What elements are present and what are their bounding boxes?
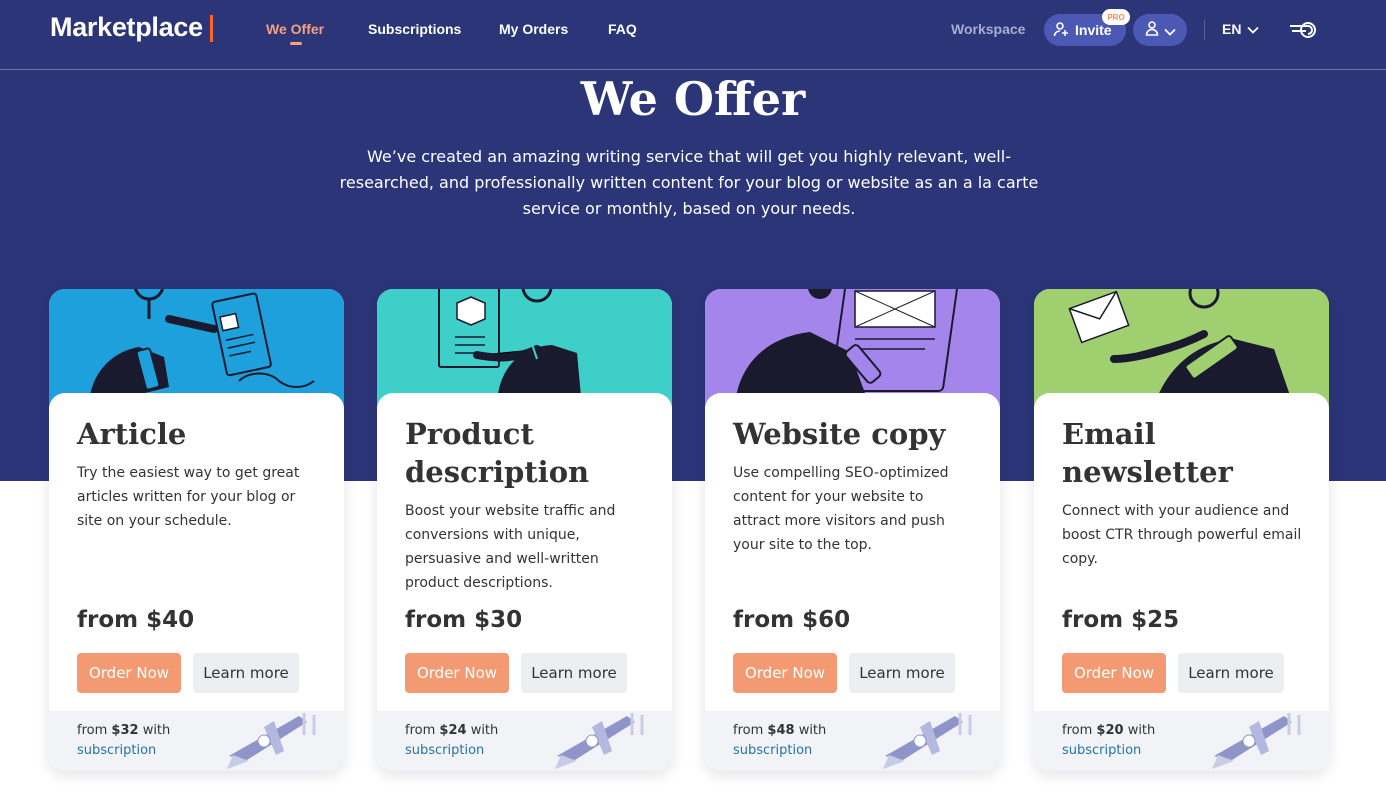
card-price: from $60 [733,607,851,633]
subscription-price: $32 [111,723,139,738]
order-now-button[interactable]: Order Now [1062,653,1166,693]
subscription-price-text: from $20 with [1062,721,1155,741]
paper-plane-icon [227,713,316,769]
nav-link-my-orders[interactable]: My Orders [499,21,568,37]
top-navbar: Marketplace We Offer Subscriptions My Or… [0,0,1386,70]
card-price: from $25 [1062,607,1180,633]
service-card-product-description: Product description Boost your website t… [377,289,672,771]
nav-link-we-offer[interactable]: We Offer [266,21,324,37]
learn-more-button[interactable]: Learn more [521,653,627,693]
sub-suffix: with [470,723,499,738]
learn-more-button[interactable]: Learn more [193,653,299,693]
card-description: Boost your website traffic and conversio… [405,503,616,591]
service-card-website-copy: Website copy Use compelling SEO-optimize… [705,289,1000,771]
paper-plane-icon [1212,713,1301,769]
invite-user-icon [1053,21,1069,40]
paper-plane-icon [883,713,972,769]
subscription-footer: from $48 with subscription [705,711,1000,771]
card-title: Article [77,417,187,451]
page-subtitle: We’ve created an amazing writing service… [339,147,1039,218]
order-now-button[interactable]: Order Now [405,653,509,693]
card-title: Product description [405,417,590,489]
subscription-price: $20 [1096,723,1124,738]
email-illustration-icon [1034,289,1329,407]
nav-link-faq[interactable]: FAQ [608,21,637,37]
subscription-price-text: from $32 with [77,721,170,741]
paper-plane-icon [555,713,644,769]
learn-more-button[interactable]: Learn more [1178,653,1284,693]
card-price: from $40 [77,607,195,633]
page-title: We Offer [580,72,806,126]
sub-prefix: from [405,723,436,738]
sub-prefix: from [77,723,108,738]
subscription-price: $24 [439,723,467,738]
subscription-link[interactable]: subscription [405,741,484,761]
card-title: Email newsletter [1062,417,1233,489]
subscription-price-text: from $24 with [405,721,498,741]
subscription-footer: from $24 with subscription [377,711,672,771]
subscription-price: $48 [767,723,795,738]
subscription-link[interactable]: subscription [77,741,156,761]
website-illustration-icon [705,289,1000,407]
article-illustration-icon [49,289,344,407]
pro-badge: PRO [1102,9,1130,25]
subscription-footer: from $32 with subscription [49,711,344,771]
card-body: Product description Boost your website t… [377,393,672,711]
card-body: Article Try the easiest way to get great… [49,393,344,711]
sub-prefix: from [1062,723,1093,738]
service-card-email-newsletter: Email newsletter Connect with your audie… [1034,289,1329,771]
sub-suffix: with [1127,723,1156,738]
nav-divider [1204,20,1205,40]
user-icon [1144,20,1160,40]
sub-prefix: from [733,723,764,738]
chevron-down-icon [1247,21,1260,37]
language-label: EN [1222,21,1242,37]
sub-suffix: with [142,723,171,738]
workspace-link[interactable]: Workspace [951,21,1025,37]
subscription-price-text: from $48 with [733,721,826,741]
user-menu-button[interactable] [1133,14,1187,46]
order-now-button[interactable]: Order Now [77,653,181,693]
card-price: from $30 [405,607,523,633]
learn-more-button[interactable]: Learn more [849,653,955,693]
card-body: Website copy Use compelling SEO-optimize… [705,393,1000,711]
subscription-link[interactable]: subscription [1062,741,1141,761]
subscription-link[interactable]: subscription [733,741,812,761]
semrush-fire-icon[interactable] [1288,18,1318,46]
card-title: Website copy [733,417,946,451]
product-illustration-icon [377,289,672,407]
service-card-article: Article Try the easiest way to get great… [49,289,344,771]
sub-suffix: with [798,723,827,738]
logo-accent-bar [210,15,213,42]
chevron-down-icon [1164,21,1176,40]
card-description: Use compelling SEO-optimized content for… [733,465,949,553]
logo[interactable]: Marketplace [50,12,203,43]
card-description: Try the easiest way to get great article… [77,465,300,529]
language-selector[interactable]: EN [1222,21,1260,37]
subscription-footer: from $20 with subscription [1034,711,1329,771]
active-nav-indicator [290,42,302,45]
order-now-button[interactable]: Order Now [733,653,837,693]
nav-link-subscriptions[interactable]: Subscriptions [368,21,461,37]
card-body: Email newsletter Connect with your audie… [1034,393,1329,711]
card-description: Connect with your audience and boost CTR… [1062,503,1302,567]
